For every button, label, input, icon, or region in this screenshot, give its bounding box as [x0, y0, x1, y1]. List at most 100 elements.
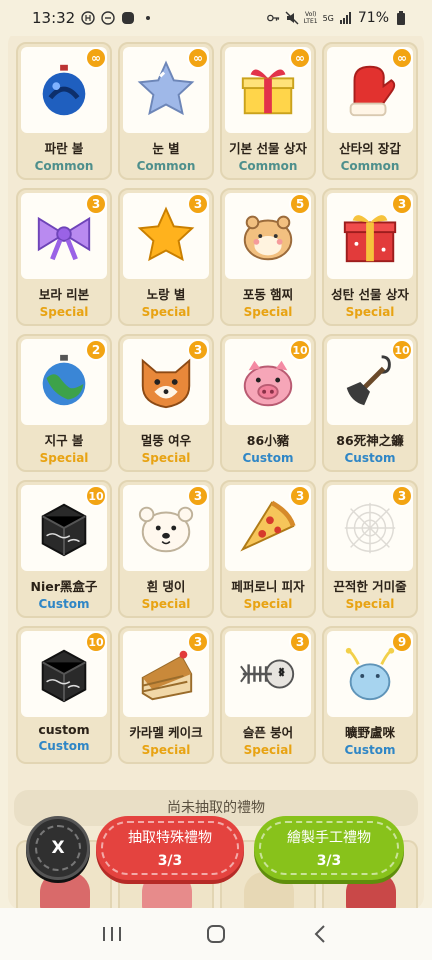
- gift-card[interactable]: 3 성탄 선물 상자 Special: [322, 188, 418, 326]
- gift-name: 86小豬: [246, 433, 290, 448]
- gift-card[interactable]: 3 흰 댕이 Special: [118, 480, 214, 618]
- recent-apps-button[interactable]: [92, 919, 132, 949]
- gift-rarity: Custom: [38, 739, 90, 753]
- gift-name: 지구 볼: [44, 433, 84, 448]
- craft-handmade-gift-label: 繪製手工禮物: [287, 830, 371, 846]
- count-badge: 2: [85, 339, 107, 361]
- gift-card[interactable]: 10 Nier黑盒子 Custom: [16, 480, 112, 618]
- count-badge: 3: [187, 193, 209, 215]
- gift-card[interactable]: ∞ 산타의 장갑 Common: [322, 42, 418, 180]
- gift-rarity: Special: [39, 451, 89, 465]
- back-icon: [314, 925, 325, 943]
- craft-handmade-gift-count: 3/3: [316, 853, 342, 869]
- gift-rarity: Custom: [38, 597, 90, 611]
- recent-apps-icon: [103, 927, 121, 941]
- network-lte: LTE1: [303, 18, 318, 25]
- network-volte: Vol): [305, 11, 317, 18]
- count-badge: 3: [187, 339, 209, 361]
- close-button[interactable]: X: [26, 816, 90, 880]
- gift-card[interactable]: 3 보라 리본 Special: [16, 188, 112, 326]
- gift-name: 페퍼로니 피자: [231, 579, 305, 594]
- gift-card[interactable]: ∞ 눈 별 Common: [118, 42, 214, 180]
- count-badge: 3: [85, 193, 107, 215]
- gift-rarity: Common: [340, 159, 400, 173]
- gift-name: custom: [38, 722, 90, 737]
- dot-icon: [141, 11, 155, 25]
- gift-card[interactable]: 3 멀뚱 여우 Special: [118, 334, 214, 472]
- gift-card[interactable]: 2 지구 볼 Special: [16, 334, 112, 472]
- gift-rarity: Common: [34, 159, 94, 173]
- gift-rarity: Custom: [344, 743, 396, 757]
- gift-name: 흰 댕이: [146, 579, 186, 594]
- count-badge: ∞: [289, 47, 311, 69]
- draw-special-gift-button[interactable]: 抽取特殊禮物 3/3: [96, 816, 244, 880]
- count-badge: 3: [289, 485, 311, 507]
- gift-name: 슬픈 붕어: [242, 725, 294, 740]
- gift-name: Nier黑盒子: [30, 579, 98, 594]
- gift-name: 曠野盧咪: [344, 725, 395, 740]
- gift-rarity: Special: [243, 305, 293, 319]
- gift-rarity: Common: [238, 159, 298, 173]
- gift-rarity: Custom: [344, 451, 396, 465]
- count-badge: 10: [85, 485, 107, 507]
- battery-icon: [394, 11, 408, 25]
- gift-rarity: Special: [243, 743, 293, 757]
- gift-name: 멀뚱 여우: [140, 433, 192, 448]
- gift-name: 카라멜 케이크: [129, 725, 203, 740]
- mute-icon: [285, 11, 299, 25]
- gift-name: 86死神之鐮: [336, 433, 404, 448]
- gift-card[interactable]: 3 페퍼로니 피자 Special: [220, 480, 316, 618]
- gift-card[interactable]: 10 86死神之鐮 Custom: [322, 334, 418, 472]
- gift-rarity: Custom: [242, 451, 294, 465]
- gift-card[interactable]: 3 끈적한 거미줄 Special: [322, 480, 418, 618]
- gift-name: 산타의 장갑: [339, 141, 401, 156]
- status-bar: 13:32 Vol) LTE1 5G 71%: [0, 0, 432, 36]
- battery-percent: 71%: [357, 10, 389, 26]
- home-icon: [207, 925, 225, 943]
- gift-card[interactable]: 10 86小豬 Custom: [220, 334, 316, 472]
- count-badge: 10: [85, 631, 107, 653]
- restaurant-icon: [81, 11, 95, 25]
- count-badge: 9: [391, 631, 413, 653]
- gift-card[interactable]: 10 custom Custom: [16, 626, 112, 764]
- gift-rarity: Special: [141, 743, 191, 757]
- gift-card[interactable]: ∞ 파란 볼 Common: [16, 42, 112, 180]
- gift-card[interactable]: 3 슬픈 붕어 Special: [220, 626, 316, 764]
- gift-name: 기본 선물 상자: [229, 141, 307, 156]
- gift-name: 파란 볼: [44, 141, 84, 156]
- gift-name: 노랑 별: [146, 287, 186, 302]
- count-badge: 10: [289, 339, 311, 361]
- minus-circle-icon: [101, 11, 115, 25]
- gift-rarity: Special: [345, 305, 395, 319]
- gift-rarity: Special: [141, 451, 191, 465]
- craft-handmade-gift-button[interactable]: 繪製手工禮物 3/3: [254, 816, 404, 880]
- close-label: X: [51, 838, 65, 858]
- gift-rarity: Common: [136, 159, 196, 173]
- gift-card[interactable]: 3 노랑 별 Special: [118, 188, 214, 326]
- count-badge: ∞: [85, 47, 107, 69]
- gift-card[interactable]: ∞ 기본 선물 상자 Common: [220, 42, 316, 180]
- status-time: 13:32: [32, 9, 76, 27]
- signal-icon: [339, 11, 353, 25]
- gift-name: 성탄 선물 상자: [331, 287, 409, 302]
- home-button[interactable]: [196, 919, 236, 949]
- gift-card[interactable]: 5 포동 햄찌 Special: [220, 188, 316, 326]
- network-label: Vol) LTE1: [304, 11, 318, 25]
- draw-special-gift-count: 3/3: [157, 853, 183, 869]
- system-nav-bar: [0, 908, 432, 960]
- gift-name: 끈적한 거미줄: [333, 579, 407, 594]
- gift-name: 포동 햄찌: [242, 287, 294, 302]
- gift-rarity: Special: [141, 305, 191, 319]
- count-badge: 10: [391, 339, 413, 361]
- gift-card[interactable]: 9 曠野盧咪 Custom: [322, 626, 418, 764]
- count-badge: 3: [391, 193, 413, 215]
- app-icon: [121, 11, 135, 25]
- gift-name: 눈 별: [152, 141, 180, 156]
- count-badge: ∞: [187, 47, 209, 69]
- gift-name: 보라 리본: [38, 287, 90, 302]
- gift-card[interactable]: 3 카라멜 케이크 Special: [118, 626, 214, 764]
- back-button[interactable]: [300, 919, 340, 949]
- gift-rarity: Special: [141, 597, 191, 611]
- count-badge: 3: [187, 485, 209, 507]
- network-5g: 5G: [322, 13, 334, 23]
